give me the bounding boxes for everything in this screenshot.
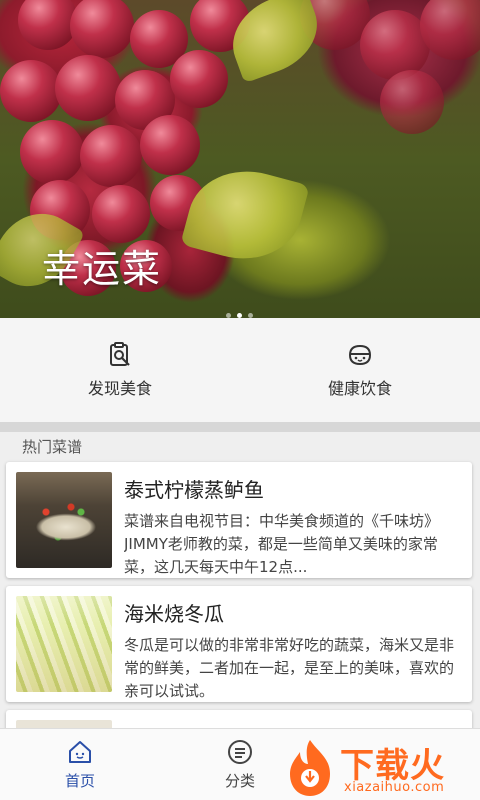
grape-decoration bbox=[70, 0, 134, 58]
grape-decoration bbox=[92, 185, 150, 243]
xiazaihuo-watermark: 下载火 xiazaihuo.com bbox=[284, 736, 480, 800]
grape-decoration bbox=[80, 125, 142, 187]
nav-label: 分类 bbox=[224, 772, 255, 790]
discover-food-icon bbox=[110, 342, 130, 366]
banner-carousel[interactable]: 幸运菜 bbox=[0, 0, 480, 318]
grape-decoration bbox=[55, 55, 121, 121]
leaf-decoration bbox=[180, 157, 310, 273]
discover-food-button[interactable]: 发现美食 bbox=[0, 318, 240, 422]
grape-decoration bbox=[380, 70, 444, 134]
home-icon bbox=[69, 741, 91, 763]
healthy-food-button[interactable]: 健康饮食 bbox=[240, 318, 480, 422]
grape-decoration bbox=[140, 115, 200, 175]
recipe-card[interactable]: 海米烧冬瓜 冬瓜是可以做的非常非常好吃的蔬菜，海米又是非常的鲜美，二者加在一起，… bbox=[6, 586, 472, 702]
recipe-description: 冬瓜是可以做的非常非常好吃的蔬菜，海米又是非常的鲜美，二者加在一起，是至上的美味… bbox=[124, 636, 455, 700]
recipe-description: 菜谱来自电视节目：中华美食频道的《千味坊》JIMMY老师教的菜，都是一些简单又美… bbox=[124, 512, 440, 576]
quick-entry-label: 发现美食 bbox=[87, 379, 152, 398]
quick-entries: 发现美食 健康饮食 bbox=[0, 318, 480, 422]
grape-decoration bbox=[20, 120, 84, 184]
nav-label: 首页 bbox=[64, 772, 95, 790]
category-icon bbox=[228, 740, 252, 764]
nav-home[interactable]: 首页 bbox=[0, 729, 160, 800]
flame-logo-icon bbox=[290, 740, 330, 796]
section-title: 热门菜谱 bbox=[22, 438, 83, 456]
grape-decoration bbox=[0, 60, 62, 122]
grape-decoration bbox=[170, 50, 228, 108]
grape-decoration bbox=[18, 0, 78, 50]
quick-entry-label: 健康饮食 bbox=[327, 379, 392, 398]
section-divider bbox=[0, 422, 480, 432]
winter-melon-image bbox=[16, 596, 112, 692]
watermark-url: xiazaihuo.com bbox=[344, 780, 445, 795]
recipe-title: 泰式柠檬蒸鲈鱼 bbox=[124, 478, 264, 502]
steamed-fish-image bbox=[16, 472, 112, 568]
banner-title: 幸运菜 bbox=[42, 247, 163, 291]
recipe-card[interactable]: 泰式柠檬蒸鲈鱼 菜谱来自电视节目：中华美食频道的《千味坊》JIMMY老师教的菜，… bbox=[6, 462, 472, 578]
healthy-food-icon bbox=[348, 344, 372, 366]
recipe-title: 海米烧冬瓜 bbox=[124, 602, 224, 626]
